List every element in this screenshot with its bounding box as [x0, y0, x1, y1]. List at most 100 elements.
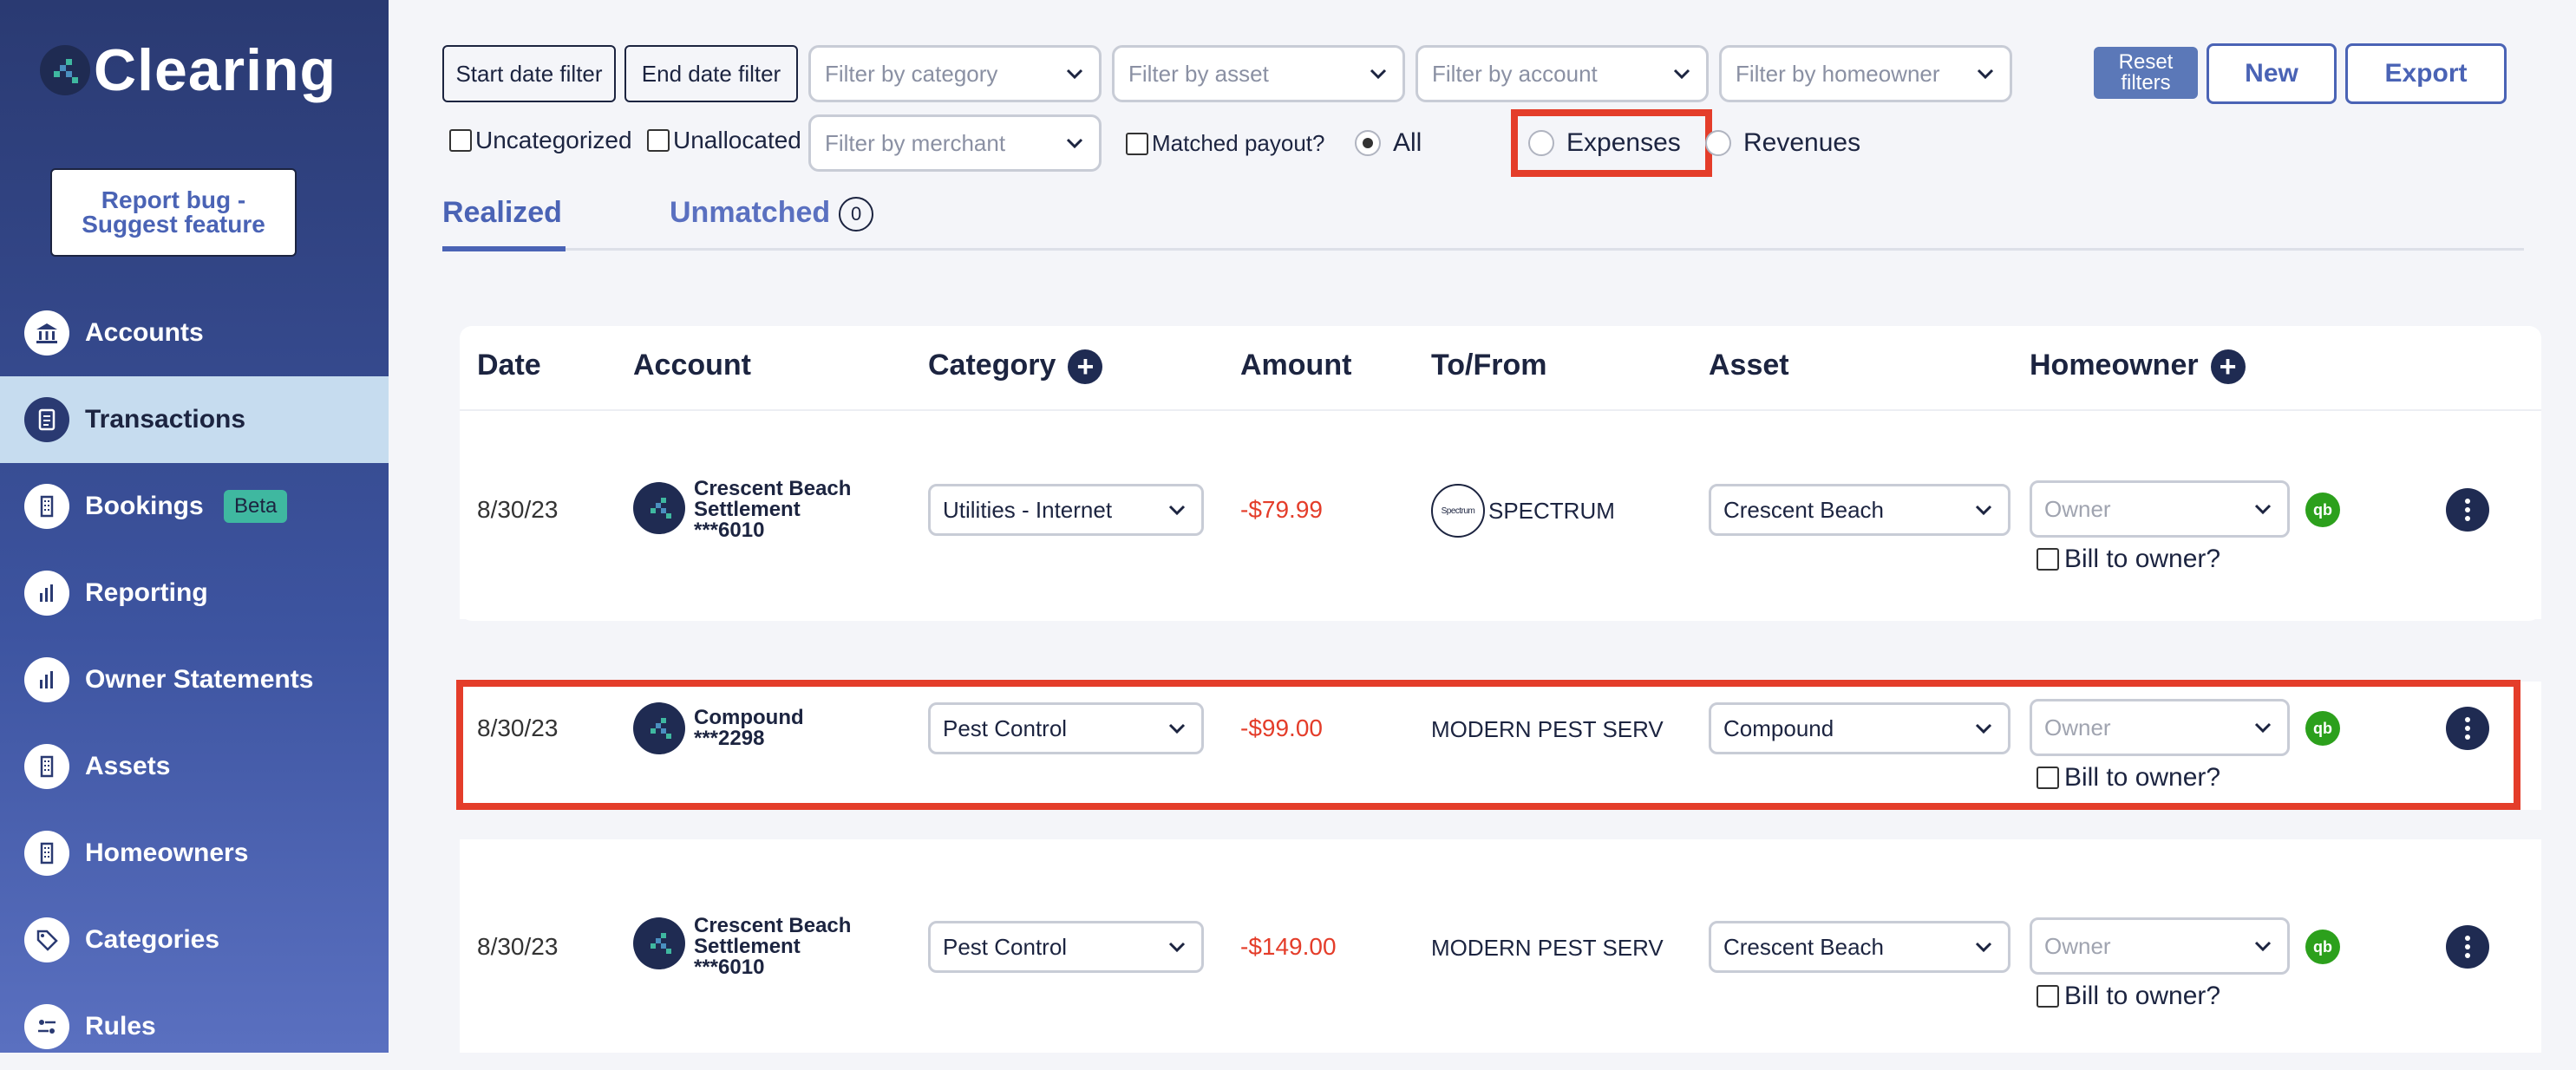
row-account-name: Compound ***2298	[694, 708, 804, 749]
start-date-filter-button[interactable]: Start date filter	[442, 45, 616, 102]
app-logo[interactable]: Clearing	[40, 36, 337, 104]
checkbox-box[interactable]	[647, 129, 670, 152]
row-category-select[interactable]: Pest Control	[928, 702, 1204, 754]
column-header-homeowner[interactable]: Homeowner +	[2030, 349, 2246, 385]
row-owner-select[interactable]: Owner	[2030, 480, 2290, 538]
checkbox-box[interactable]	[449, 129, 472, 152]
radio-all-label: All	[1393, 128, 1422, 157]
merchant-filter-select[interactable]: Filter by merchant	[808, 114, 1102, 172]
uncategorized-checkbox[interactable]: Uncategorized	[449, 127, 632, 154]
sidebar-item-categories[interactable]: Categories	[0, 897, 389, 983]
tab-realized[interactable]: Realized	[442, 196, 562, 230]
new-button[interactable]: New	[2207, 43, 2337, 104]
add-homeowner-icon[interactable]: +	[2210, 349, 2246, 385]
row-to-from: MODERN PEST SERV	[1431, 935, 1664, 961]
logo-icon	[40, 45, 90, 95]
sidebar-item-transactions[interactable]: Transactions	[0, 376, 389, 463]
sidebar-item-assets[interactable]: Assets	[0, 723, 389, 810]
bill-to-owner-label: Bill to owner?	[2064, 545, 2221, 573]
asset-filter-placeholder: Filter by asset	[1128, 60, 1269, 87]
row-owner-select[interactable]: Owner	[2030, 699, 2290, 756]
building-icon	[24, 484, 69, 529]
row-amount: -$99.00	[1240, 714, 1323, 741]
row-to-from: MODERN PEST SERV	[1431, 716, 1664, 742]
chevron-down-icon	[1066, 138, 1083, 149]
bill-to-owner-label: Bill to owner?	[2064, 763, 2221, 792]
row-amount: -$149.00	[1240, 933, 1337, 960]
column-header-to-from[interactable]: To/From	[1431, 349, 1546, 382]
checkbox-box[interactable]	[2037, 548, 2059, 571]
sidebar-item-label: Rules	[85, 1012, 156, 1041]
column-header-amount[interactable]: Amount	[1240, 349, 1351, 382]
row-owner-select[interactable]: Owner	[2030, 917, 2290, 975]
sidebar-item-homeowners[interactable]: Homeowners	[0, 810, 389, 897]
quickbooks-icon[interactable]: qb	[2305, 711, 2340, 746]
category-filter-placeholder: Filter by category	[825, 60, 998, 87]
row-category-value: Pest Control	[943, 714, 1068, 741]
account-number: ***6010	[694, 956, 765, 979]
chevron-down-icon	[1066, 69, 1083, 80]
add-category-icon[interactable]: +	[1068, 349, 1103, 385]
column-header-account[interactable]: Account	[633, 349, 751, 382]
checkbox-box[interactable]	[2037, 985, 2059, 1008]
chevron-down-icon	[2254, 504, 2272, 515]
checkbox-box[interactable]	[1126, 132, 1148, 155]
quickbooks-icon[interactable]: qb	[2305, 930, 2340, 964]
row-to-from: SPECTRUM	[1488, 498, 1615, 524]
asset-filter-select[interactable]: Filter by asset	[1112, 45, 1405, 102]
column-header-date[interactable]: Date	[477, 349, 541, 382]
category-filter-select[interactable]: Filter by category	[808, 45, 1102, 102]
checkbox-box[interactable]	[2037, 767, 2059, 789]
matched-payout-label: Matched payout?	[1152, 130, 1325, 156]
sidebar-item-owner-statements[interactable]: Owner Statements	[0, 636, 389, 723]
unallocated-checkbox[interactable]: Unallocated	[647, 127, 801, 154]
column-header-asset[interactable]: Asset	[1709, 349, 1789, 382]
report-bug-button[interactable]: Report bug - Suggest feature	[50, 168, 297, 257]
homeowner-filter-select[interactable]: Filter by homeowner	[1719, 45, 2012, 102]
account-name-line: Settlement	[694, 498, 801, 521]
radio-dot[interactable]	[1705, 130, 1731, 156]
more-options-icon[interactable]	[2446, 925, 2489, 969]
account-name-line: Compound	[694, 706, 804, 729]
radio-all[interactable]: All	[1355, 128, 1422, 158]
row-date: 8/30/23	[477, 496, 559, 523]
bill-to-owner-checkbox[interactable]: Bill to owner?	[2037, 545, 2220, 574]
sidebar-item-label: Transactions	[85, 405, 246, 434]
end-date-filter-button[interactable]: End date filter	[624, 45, 798, 102]
account-filter-select[interactable]: Filter by account	[1415, 45, 1709, 102]
sidebar-item-accounts[interactable]: Accounts	[0, 290, 389, 376]
row-asset-select[interactable]: Compound	[1709, 702, 2010, 754]
unmatched-count-badge: 0	[839, 197, 874, 232]
bill-to-owner-checkbox[interactable]: Bill to owner?	[2037, 763, 2220, 793]
export-button[interactable]: Export	[2345, 43, 2507, 104]
column-header-category[interactable]: Category +	[928, 349, 1103, 385]
sidebar-item-reporting[interactable]: Reporting	[0, 550, 389, 636]
more-options-icon[interactable]	[2446, 488, 2489, 532]
row-owner-placeholder: Owner	[2044, 714, 2111, 741]
bank-icon	[24, 310, 69, 356]
account-logo-icon	[633, 702, 685, 754]
sidebar-item-rules[interactable]: Rules	[0, 983, 389, 1070]
bar-chart-icon	[24, 657, 69, 702]
bill-to-owner-checkbox[interactable]: Bill to owner?	[2037, 982, 2220, 1011]
bar-chart-icon	[24, 571, 69, 616]
row-category-select[interactable]: Utilities - Internet	[928, 484, 1204, 536]
tab-unmatched[interactable]: Unmatched 0	[670, 196, 874, 232]
radio-dot[interactable]	[1355, 130, 1381, 156]
account-name-line: Crescent Beach	[694, 477, 852, 500]
row-asset-select[interactable]: Crescent Beach	[1709, 921, 2010, 973]
radio-revenues[interactable]: Revenues	[1705, 128, 1860, 158]
merchant-filter-placeholder: Filter by merchant	[825, 129, 1006, 156]
row-asset-value: Crescent Beach	[1723, 933, 1884, 960]
chevron-down-icon	[1168, 723, 1186, 734]
sidebar: Clearing Report bug - Suggest feature Ac…	[0, 0, 389, 1053]
quickbooks-icon[interactable]: qb	[2305, 493, 2340, 527]
row-category-select[interactable]: Pest Control	[928, 921, 1204, 973]
matched-payout-checkbox[interactable]: Matched payout?	[1126, 130, 1324, 157]
more-options-icon[interactable]	[2446, 707, 2489, 750]
row-date: 8/30/23	[477, 714, 559, 741]
row-owner-placeholder: Owner	[2044, 495, 2111, 522]
sidebar-item-bookings[interactable]: Bookings Beta	[0, 463, 389, 550]
row-asset-select[interactable]: Crescent Beach	[1709, 484, 2010, 536]
reset-filters-button[interactable]: Reset filters	[2094, 47, 2198, 99]
